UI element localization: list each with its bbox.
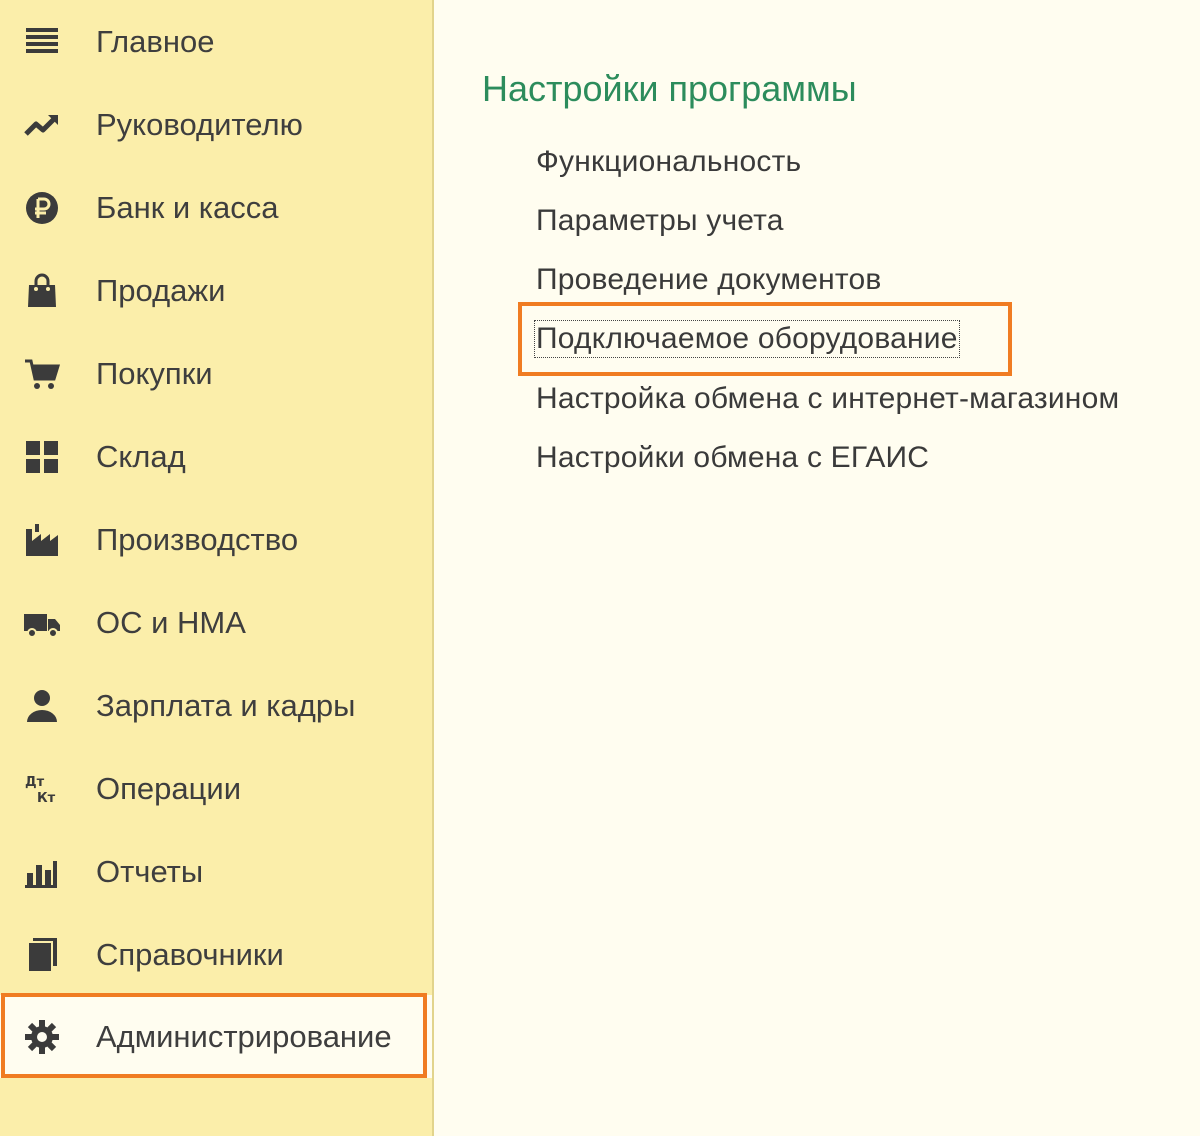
- sidebar-item-directories[interactable]: Справочники: [0, 913, 432, 996]
- sidebar-item-reports[interactable]: Отчеты: [0, 830, 432, 913]
- sidebar-item-bank[interactable]: Банк и касса: [0, 166, 432, 249]
- sidebar-item-production[interactable]: Производство: [0, 498, 432, 581]
- sidebar-item-label: Зарплата и кадры: [96, 687, 356, 723]
- sidebar-item-fixed-assets[interactable]: ОС и НМА: [0, 581, 432, 664]
- link-functionality[interactable]: Функциональность: [536, 145, 801, 179]
- link-accounting-parameters[interactable]: Параметры учета: [536, 204, 784, 238]
- trend-icon: [22, 105, 62, 145]
- sidebar-item-operations[interactable]: Дт Кт Операции: [0, 747, 432, 830]
- sidebar-item-sales[interactable]: Продажи: [0, 249, 432, 332]
- sidebar-item-label: Продажи: [96, 272, 226, 308]
- menu-icon: [22, 22, 62, 62]
- truck-icon: [22, 603, 62, 643]
- person-icon: [22, 686, 62, 726]
- sidebar-item-purchases[interactable]: Покупки: [0, 332, 432, 415]
- ruble-icon: [22, 188, 62, 228]
- link-connected-equipment[interactable]: Подключаемое оборудование: [534, 320, 960, 358]
- factory-icon: [22, 520, 62, 560]
- page-title: Настройки программы: [482, 68, 857, 109]
- sidebar-item-label: Справочники: [96, 936, 284, 972]
- sidebar-item-label: Производство: [96, 521, 299, 557]
- content-panel: Настройки программы Функциональность Пар…: [434, 0, 1200, 1136]
- sidebar-item-administration[interactable]: Администрирование: [0, 995, 432, 1078]
- link-document-posting[interactable]: Проведение документов: [536, 263, 882, 297]
- sidebar-item-label: Администрирование: [96, 1018, 392, 1054]
- sidebar-item-label: Склад: [96, 438, 186, 474]
- bar-chart-icon: [22, 852, 62, 892]
- link-online-store-exchange[interactable]: Настройка обмена с интернет-магазином: [536, 382, 1119, 416]
- sidebar-item-manager[interactable]: Руководителю: [0, 83, 432, 166]
- sidebar-item-main[interactable]: Главное: [0, 0, 432, 83]
- sidebar-item-warehouse[interactable]: Склад: [0, 415, 432, 498]
- sidebar-item-label: ОС и НМА: [96, 604, 246, 640]
- sidebar-item-label: Главное: [96, 23, 215, 59]
- sidebar-item-salary[interactable]: Зарплата и кадры: [0, 664, 432, 747]
- grid-icon: [22, 437, 62, 477]
- cart-icon: [22, 354, 62, 394]
- shopping-bag-icon: [22, 271, 62, 311]
- sidebar-item-label: Покупки: [96, 355, 213, 391]
- link-egais-exchange[interactable]: Настройки обмена с ЕГАИС: [536, 441, 929, 475]
- gear-icon: [22, 1017, 62, 1057]
- sidebar-item-label: Руководителю: [96, 106, 303, 142]
- sidebar-item-label: Операции: [96, 770, 242, 806]
- svg-text:Кт: Кт: [37, 791, 56, 806]
- svg-text:Дт: Дт: [25, 775, 45, 790]
- books-icon: [22, 935, 62, 975]
- sidebar-item-label: Отчеты: [96, 853, 204, 889]
- sidebar-item-label: Банк и касса: [96, 189, 279, 225]
- dt-kt-icon: Дт Кт: [22, 769, 62, 809]
- sidebar: Главное Руководителю Банк и касса Продаж…: [0, 0, 434, 1136]
